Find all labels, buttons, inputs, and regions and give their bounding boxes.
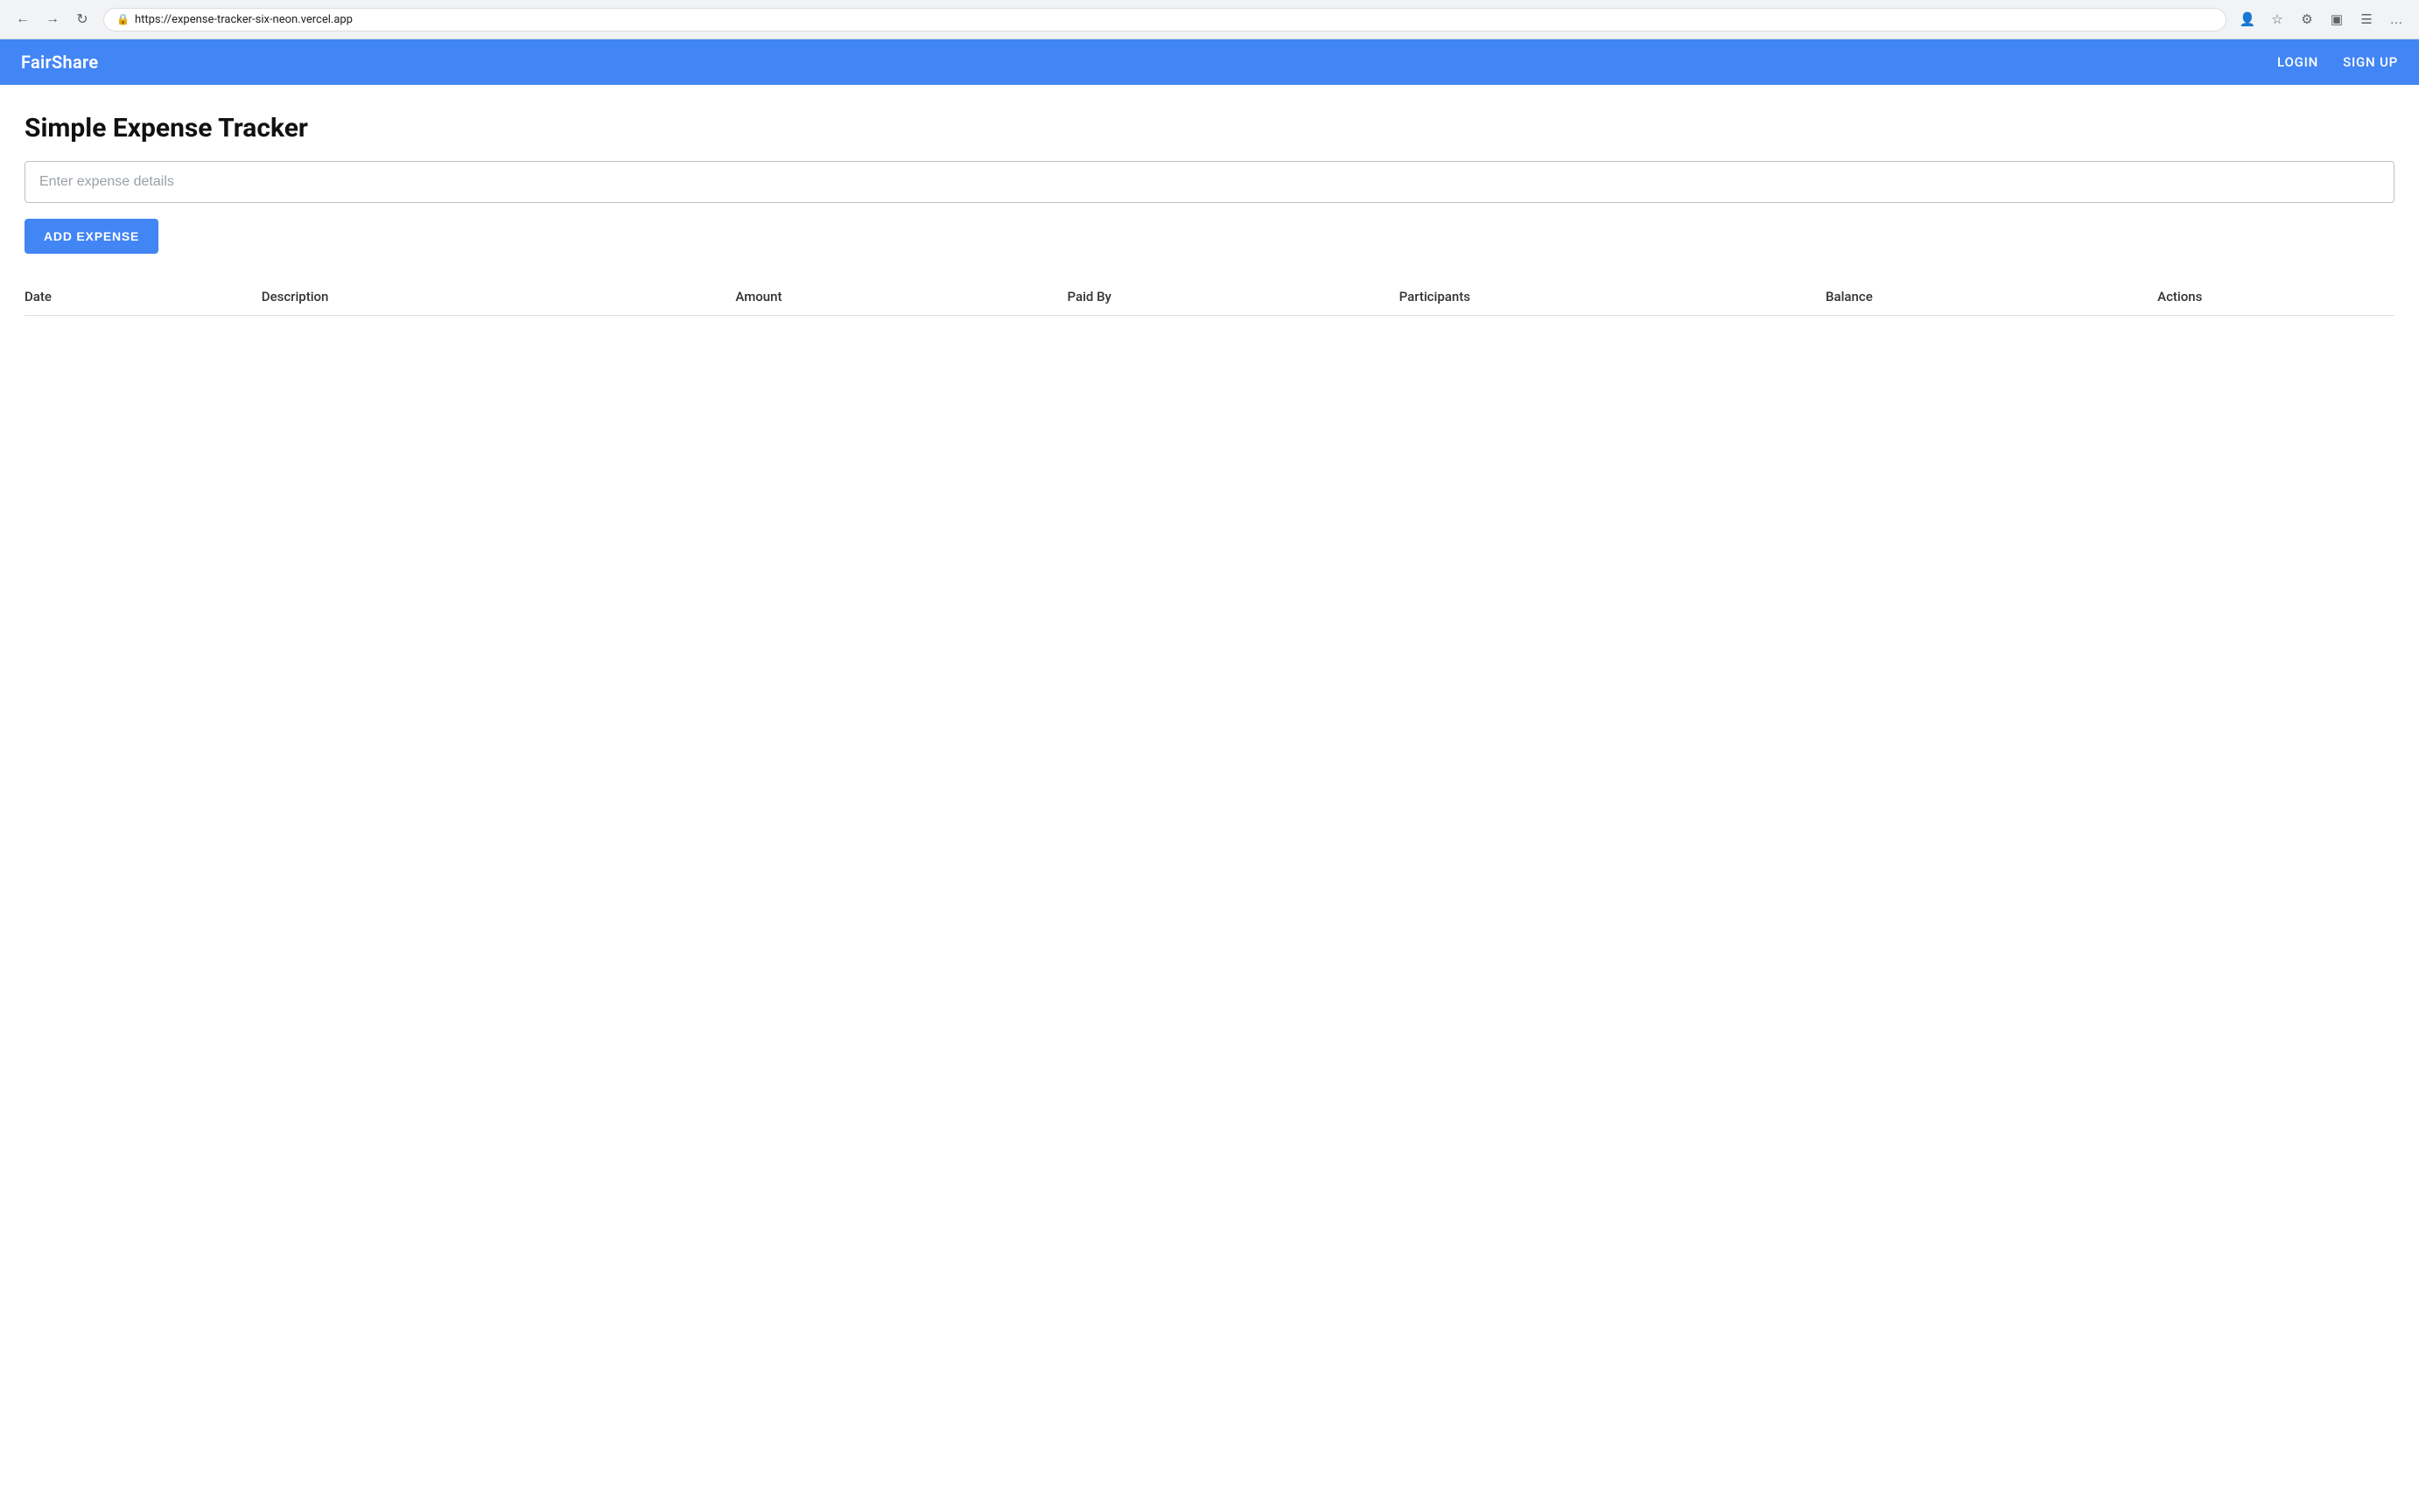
lock-icon: 🔒 bbox=[116, 13, 130, 25]
page-title: Simple Expense Tracker bbox=[25, 113, 2394, 144]
browser-actions: 👤 ☆ ⚙ ▣ ☰ … bbox=[2235, 7, 2408, 32]
column-header-description: Description bbox=[262, 280, 736, 316]
address-bar[interactable]: 🔒 https://expense-tracker-six-neon.verce… bbox=[103, 8, 2226, 32]
expense-table: Date Description Amount Paid By Particip… bbox=[25, 280, 2394, 316]
browser-chrome: ← → ↻ 🔒 https://expense-tracker-six-neon… bbox=[0, 0, 2419, 39]
column-header-amount: Amount bbox=[735, 280, 1067, 316]
tab-icon-button[interactable]: ▣ bbox=[2324, 7, 2349, 32]
column-header-paid-by: Paid By bbox=[1068, 280, 1399, 316]
column-header-participants: Participants bbox=[1399, 280, 1826, 316]
app-brand: FairShare bbox=[21, 52, 98, 73]
column-header-balance: Balance bbox=[1826, 280, 2157, 316]
column-header-date: Date bbox=[25, 280, 262, 316]
more-icon-button[interactable]: … bbox=[2384, 7, 2408, 32]
main-content: Simple Expense Tracker ADD EXPENSE Date … bbox=[0, 85, 2419, 344]
expense-details-input[interactable] bbox=[25, 161, 2394, 203]
browser-nav-buttons: ← → ↻ bbox=[11, 7, 95, 32]
forward-button[interactable]: → bbox=[40, 7, 65, 32]
back-button[interactable]: ← bbox=[11, 7, 35, 32]
profile-icon-button[interactable]: 👤 bbox=[2235, 7, 2260, 32]
login-link[interactable]: LOGIN bbox=[2277, 54, 2318, 70]
signup-link[interactable]: SIGN UP bbox=[2343, 54, 2398, 70]
app-navbar: FairShare LOGIN SIGN UP bbox=[0, 39, 2419, 85]
app-nav-links: LOGIN SIGN UP bbox=[2277, 54, 2398, 70]
column-header-actions: Actions bbox=[2157, 280, 2394, 316]
add-expense-button[interactable]: ADD EXPENSE bbox=[25, 219, 158, 254]
star-icon-button[interactable]: ☆ bbox=[2265, 7, 2289, 32]
bookmark-icon-button[interactable]: ☰ bbox=[2354, 7, 2379, 32]
table-header-row: Date Description Amount Paid By Particip… bbox=[25, 280, 2394, 316]
table-header: Date Description Amount Paid By Particip… bbox=[25, 280, 2394, 316]
extensions-icon-button[interactable]: ⚙ bbox=[2295, 7, 2319, 32]
url-text: https://expense-tracker-six-neon.vercel.… bbox=[135, 13, 353, 26]
refresh-button[interactable]: ↻ bbox=[70, 7, 95, 32]
